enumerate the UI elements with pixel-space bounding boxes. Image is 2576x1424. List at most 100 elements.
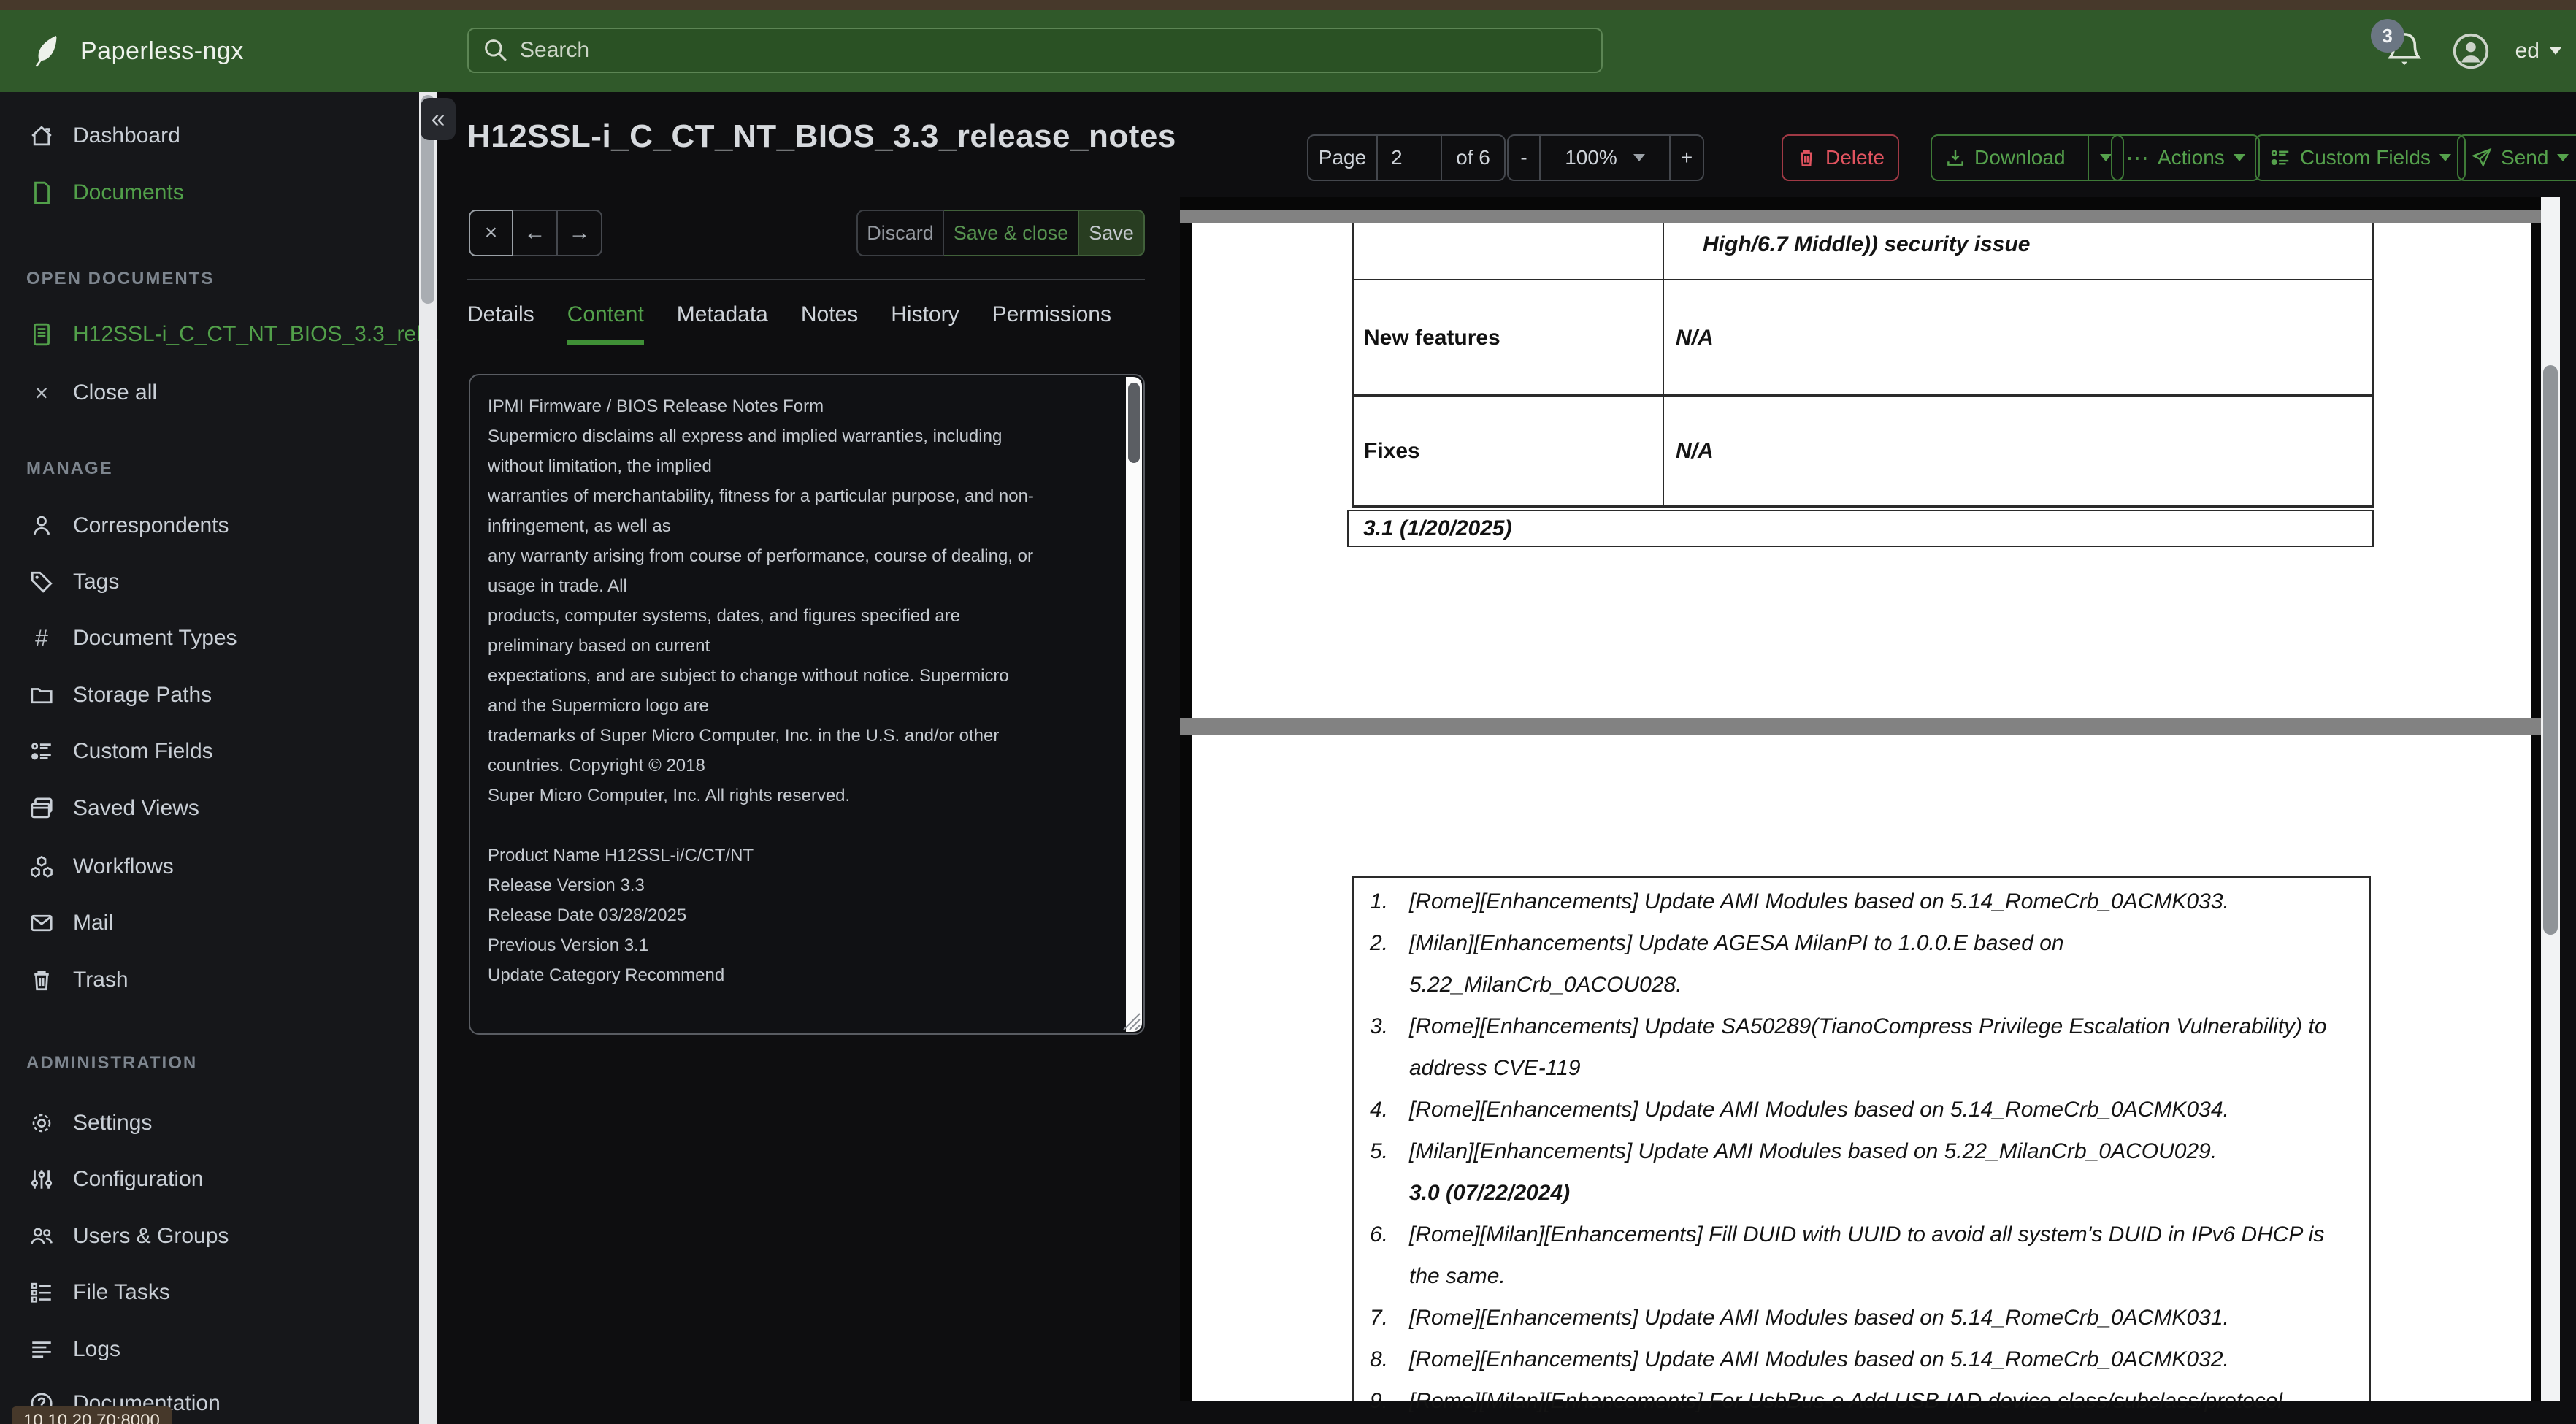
editor-scrollbar[interactable] — [1126, 377, 1142, 1032]
list-task-icon — [31, 1282, 51, 1303]
caret-down-icon — [2233, 154, 2245, 161]
delete-button[interactable]: Delete — [1782, 134, 1899, 181]
version-header: 3.0 (07/22/2024) — [1409, 1181, 1571, 1205]
tab-permissions[interactable]: Permissions — [992, 302, 1111, 345]
tab-details[interactable]: Details — [467, 302, 534, 345]
send-button[interactable]: Send — [2457, 134, 2576, 181]
sidebar-item-label: Custom Fields — [73, 739, 213, 763]
user-menu[interactable]: ed — [2515, 39, 2561, 64]
sidebar-item-label: Mail — [73, 911, 114, 935]
search-input[interactable] — [520, 38, 1587, 63]
workflows-icon — [31, 855, 53, 878]
table-border — [1352, 279, 2374, 280]
list-item: 5. [Milan][Enhancements] Update AMI Modul… — [1370, 1139, 2217, 1163]
tab-notes[interactable]: Notes — [801, 302, 858, 345]
pdf-scrollbar-thumb[interactable] — [2543, 365, 2558, 935]
sidebar-item-label: Storage Paths — [73, 683, 212, 707]
sidebar-item-label: Close all — [73, 380, 158, 405]
previous-document-button[interactable]: ← — [513, 210, 558, 256]
global-search[interactable] — [467, 28, 1603, 73]
sidebar-item-label: H12SSL-i_C_CT_NT_BIOS_3.3_rel... — [73, 322, 440, 346]
sidebar-item-dashboard[interactable]: Dashboard — [29, 118, 180, 153]
sidebar-item-logs[interactable]: Logs — [29, 1332, 120, 1367]
avatar-icon[interactable] — [2451, 31, 2491, 71]
zoom-level-select[interactable]: 100% — [1541, 136, 1671, 180]
zoom-out-button[interactable]: - — [1509, 136, 1541, 180]
search-icon — [485, 39, 507, 61]
sidebar-item-open-document[interactable]: H12SSL-i_C_CT_NT_BIOS_3.3_rel... — [29, 317, 440, 352]
gear-icon — [32, 1114, 51, 1133]
actions-button[interactable]: ⋯ Actions — [2111, 134, 2260, 181]
pdf-row-value: N/A — [1676, 326, 1714, 350]
tab-history[interactable]: History — [891, 302, 959, 345]
sidebar-item-configuration[interactable]: Configuration — [29, 1162, 203, 1197]
section-divider — [467, 279, 1145, 280]
document-icon — [34, 181, 50, 204]
house-icon — [31, 126, 52, 146]
zoom-control-group: - 100% + — [1507, 134, 1704, 181]
page-navigation-group: Page of 6 — [1307, 134, 1506, 181]
document-nav-group: × ← → — [469, 210, 602, 256]
delete-label: Delete — [1825, 146, 1885, 169]
brand[interactable]: Paperless-ngx — [31, 10, 244, 92]
discard-button[interactable]: Discard — [856, 210, 944, 256]
envelope-icon — [31, 914, 53, 932]
tab-content[interactable]: Content — [567, 302, 644, 345]
table-border — [2372, 223, 2374, 505]
sidebar-item-workflows[interactable]: Workflows — [29, 849, 174, 884]
table-border — [1352, 505, 2374, 508]
sidebar-collapse-button[interactable]: « — [421, 98, 456, 140]
pdf-page-1: High/6.7 Middle)) security issue New fea… — [1192, 223, 2531, 718]
tab-metadata[interactable]: Metadata — [677, 302, 768, 345]
custom-fields-label: Custom Fields — [2300, 146, 2431, 169]
sidebar-item-tags[interactable]: Tags — [29, 564, 119, 600]
save-and-close-button[interactable]: Save & close — [944, 210, 1079, 256]
sidebar-item-label: Documents — [73, 180, 184, 204]
table-border — [1663, 223, 1664, 505]
zoom-in-button[interactable]: + — [1671, 136, 1703, 180]
sidebar-item-settings[interactable]: Settings — [29, 1106, 152, 1141]
list-item: 6. [Rome][Milan][Enhancements] Fill DUID … — [1370, 1222, 2325, 1288]
navbar-right-cluster: 3 ed — [2370, 10, 2561, 92]
sidebar-item-users-groups[interactable]: Users & Groups — [29, 1219, 229, 1254]
close-document-button[interactable]: × — [469, 210, 513, 256]
content-textarea[interactable]: IPMI Firmware / BIOS Release Notes Form … — [470, 375, 1143, 1033]
file-text-icon — [34, 323, 50, 346]
editor-scrollbar-thumb[interactable] — [1128, 383, 1140, 463]
sidebar-item-mail[interactable]: Mail — [29, 906, 113, 941]
pdf-scrollbar[interactable] — [2541, 197, 2560, 1401]
sidebar-section-administration: ADMINISTRATION — [26, 1053, 198, 1073]
page-number-input[interactable] — [1378, 136, 1441, 180]
sidebar-item-saved-views[interactable]: Saved Views — [29, 791, 199, 826]
sidebar-section-open-documents: OPEN DOCUMENTS — [26, 269, 215, 288]
download-button[interactable]: Download — [1932, 136, 2079, 180]
page-total-label: of 6 — [1456, 146, 1490, 169]
trash-icon — [34, 971, 49, 991]
sidebar-item-storage-paths[interactable]: Storage Paths — [29, 678, 212, 713]
next-document-button[interactable]: → — [558, 210, 602, 256]
sidebar-item-label: Logs — [73, 1337, 121, 1361]
sidebar: Dashboard Documents OPEN DOCUMENTS H12SS… — [0, 92, 440, 1424]
browser-edge-strip — [0, 0, 2576, 10]
pdf-preview-pane[interactable]: High/6.7 Middle)) security issue New fea… — [1180, 197, 2560, 1413]
sidebar-item-documents[interactable]: Documents — [29, 175, 184, 210]
pdf-row-value: N/A — [1676, 439, 1714, 463]
sidebar-item-file-tasks[interactable]: File Tasks — [29, 1275, 170, 1310]
sidebar-item-trash[interactable]: Trash — [29, 962, 129, 998]
list-item: 3. [Rome][Enhancements] Update SA50289(Ti… — [1370, 1014, 2327, 1080]
trash-icon — [1800, 150, 1813, 166]
sidebar-item-correspondents[interactable]: Correspondents — [29, 508, 229, 543]
pdf-partial-line: High/6.7 Middle)) security issue — [1703, 232, 2031, 256]
notification-badge: 3 — [2370, 19, 2404, 53]
list-item: 2. [Milan][Enhancements] Update AGESA Mil… — [1370, 931, 2064, 997]
sidebar-item-document-types[interactable]: # Document Types — [29, 621, 237, 656]
list-item: 8. [Rome][Enhancements] Update AMI Module… — [1370, 1347, 2229, 1371]
sidebar-scrollbar[interactable] — [419, 92, 437, 1424]
sidebar-item-close-all[interactable]: × Close all — [29, 375, 157, 410]
sidebar-item-custom-fields[interactable]: Custom Fields — [29, 734, 213, 769]
save-button[interactable]: Save — [1079, 210, 1145, 256]
close-icon: × — [34, 379, 49, 406]
caret-down-icon — [2439, 154, 2451, 161]
notifications-button[interactable]: 3 — [2370, 19, 2426, 73]
custom-fields-button[interactable]: Custom Fields — [2255, 134, 2466, 181]
